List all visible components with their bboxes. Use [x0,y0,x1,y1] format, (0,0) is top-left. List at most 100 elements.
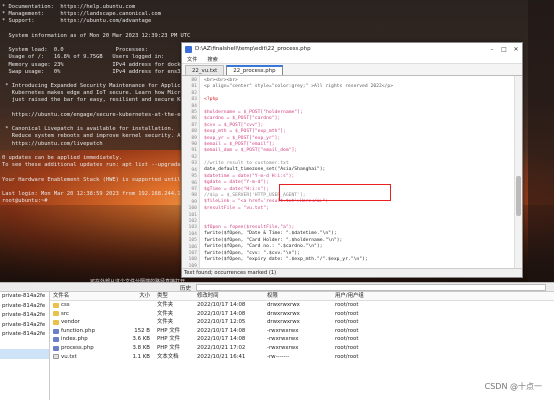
header-permission[interactable]: 权限 [264,292,332,300]
file-name-cell[interactable]: vu.txt [50,353,120,362]
terminal-line: Swap usage: 0% IPv4 address for ens33: 1… [8,68,187,75]
file-name: index.php [61,336,88,343]
history-bar: 历史 [0,282,554,292]
tree-item[interactable]: private-814a2fe [0,321,49,331]
file-type: PHP 文件 [157,344,181,351]
terminal-line: https://ubuntu.com/livepatch [2,140,103,147]
minimize-icon[interactable]: – [486,46,498,53]
editor-app-icon [185,45,192,53]
terminal-output: * Documentation: https://help.ubuntu.com… [2,4,192,205]
editor-statusbar: Text found; occurrences marked (1) [182,268,522,277]
history-input[interactable] [196,284,546,291]
php-file-icon [53,337,59,343]
file-name-cell[interactable]: index.php [50,335,120,344]
file-type: 文件夹 [157,319,174,326]
terminal-line: Reduce system reboots and improve kernel… [11,133,192,140]
code-area[interactable]: <br><br><br> <p align="center" style="col… [200,76,516,268]
tree-item[interactable]: private-814a2fe [0,311,49,321]
tree-item[interactable] [0,359,49,369]
file-size: 1.1 KB [132,353,150,360]
tree-item[interactable] [0,340,49,350]
file-owner: root/root [335,327,359,334]
file-mtime: 2022/10/17 14:08 [197,327,246,334]
file-owner: root/root [335,319,359,326]
file-permission: drwxrwxrwx [267,310,300,317]
php-file-icon [53,345,59,351]
close-icon[interactable]: ✕ [510,46,522,53]
tree-item[interactable]: private-814a2fe [0,330,49,340]
menu-search[interactable]: 搜索 [207,56,217,63]
tab-vu-txt[interactable]: 22_vu.txt [185,65,225,75]
header-mtime[interactable]: 修改时间 [194,292,264,300]
file-name-cell[interactable]: css [50,301,120,310]
file-row[interactable]: vu.txt 1.1 KB 文本文档 2022/10/21 16:41 -rw-----… [50,353,554,362]
editor-scrollbar[interactable] [514,76,522,268]
editor-body[interactable]: 80 81 82 83 84 85 86 87 88 89 90 91 92 93 94 95 96 97 98 99… [182,76,516,268]
php-file-icon [53,328,59,334]
file-row[interactable]: src 文件夹 2022/10/17 14:08 drwxrwxrwx root/roo… [50,310,554,319]
file-permission: -rwxrwxrwx [267,344,299,351]
header-filename[interactable]: 文件名 [50,292,120,300]
header-size[interactable]: 大小 [120,292,154,300]
terminal-line: To see these additional updates run: apt… [2,162,191,169]
file-mtime: 2022/10/17 14:08 [197,310,246,317]
terminal-line: System information as of Mon 20 Mar 2023… [2,32,191,39]
file-owner: root/root [335,344,359,351]
header-type[interactable]: 类型 [154,292,194,300]
tree-item[interactable]: private-814a2fe [0,292,49,302]
file-mtime: 2022/10/17 14:08 [197,302,246,308]
file-row[interactable]: function.php 152 B PHP 文件 2022/10/17 14:08 -… [50,327,554,336]
menu-file[interactable]: 文件 [187,56,197,63]
file-row[interactable]: css 文件夹 2022/10/17 14:08 drwxrwxrwx root/roo… [50,301,554,310]
file-row[interactable]: index.php 3.6 KB PHP 文件 2022/10/17 14:08 -rw… [50,335,554,344]
file-owner: root/root [335,336,359,343]
file-size: 152 B [134,327,150,334]
editor-titlebar[interactable]: D:\AZ\finalshell\temp\edit\22_process.ph… [182,43,522,55]
file-row[interactable]: vendor 文件夹 2022/10/17 12:05 drwxrwxrwx root/… [50,318,554,327]
file-name: function.php [61,327,95,334]
file-type: 文本文档 [157,353,179,360]
editor-window[interactable]: D:\AZ\finalshell\temp\edit\22_process.ph… [181,42,523,278]
file-name-cell[interactable]: process.php [50,344,120,353]
file-name: css [61,302,70,308]
file-name-cell[interactable]: src [50,310,120,319]
file-list: 文件名 大小 类型 修改时间 权限 用户/用户组 css 文件夹 2022/10/1… [50,292,554,400]
file-row[interactable]: process.php 3.8 KB PHP 文件 2022/10/21 17:02 -… [50,344,554,353]
terminal-line: https://ubuntu.com/engage/secure-kuberne… [2,111,191,118]
terminal-line: * Introducing Expanded Security Maintena… [2,83,192,90]
tree-item[interactable]: private-814a2fe [0,302,49,312]
file-owner: root/root [335,302,359,308]
file-list-header: 文件名 大小 类型 修改时间 权限 用户/用户组 [50,292,554,301]
terminal-line: root@ubuntu:~# [2,198,48,205]
file-name-cell[interactable]: vendor [50,318,120,327]
file-name: vendor [61,319,80,326]
terminal-line: * Documentation: https://help.ubuntu.com [2,4,136,10]
file-name: process.php [61,344,94,351]
maximize-icon[interactable]: □ [498,46,510,53]
terminal-line: Last login: Mon Mar 20 12:38:59 2023 fro… [2,190,181,197]
history-label[interactable]: 历史 [180,284,191,292]
tab-process-php[interactable]: 22_process.php [226,65,283,75]
file-type: 文件夹 [157,310,174,317]
editor-menubar: 文件 搜索 [182,55,522,64]
file-size [120,318,154,327]
text-file-icon [53,354,59,360]
highlight-annotation-box [279,184,391,201]
file-permission: drwxrwxrwx [267,302,300,308]
header-owner[interactable]: 用户/用户组 [332,292,392,300]
file-name-cell[interactable]: function.php [50,327,120,336]
folder-icon [53,311,59,317]
tree-item[interactable] [0,349,49,359]
file-size [120,310,154,319]
file-mtime: 2022/10/21 16:41 [197,353,246,360]
terminal-side-panel [528,0,554,292]
line-number-gutter: 80 81 82 83 84 85 86 87 88 89 90 91 92 93 94 95 96 97 98 99… [182,76,200,268]
file-size: 3.8 KB [132,344,150,351]
watermark: CSDN @十点一 [484,382,542,391]
scrollbar-thumb[interactable] [516,176,521,216]
